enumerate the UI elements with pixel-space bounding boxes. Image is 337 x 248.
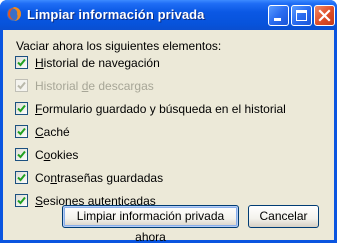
checkbox-download-history (15, 79, 28, 92)
minimize-icon (274, 18, 281, 21)
checkbox-cookies[interactable] (15, 148, 28, 161)
clear-private-data-button[interactable]: Limpiar información privada ahora (62, 205, 239, 244)
checkmark-icon (17, 150, 26, 159)
checkmark-icon (17, 58, 26, 67)
option-label: Contraseñas guardadas (35, 171, 164, 185)
window-title: Limpiar información privada (27, 7, 205, 22)
dialog-body: Vaciar ahora los siguientes elementos: H… (3, 30, 334, 244)
option-label: Historial de descargas (35, 79, 154, 93)
close-button[interactable] (314, 5, 335, 26)
intro-label: Vaciar ahora los siguientes elementos: (16, 39, 222, 53)
checkbox-browsing-history[interactable] (15, 56, 28, 69)
checkbox-saved-passwords[interactable] (15, 171, 28, 184)
option-cache[interactable]: Caché (15, 124, 315, 141)
option-label: Historial de navegación (35, 56, 160, 70)
option-browsing-history[interactable]: Historial de navegación (15, 55, 315, 72)
cancel-button[interactable]: Cancelar (248, 205, 319, 228)
checkbox-authenticated-sessions[interactable] (15, 194, 28, 207)
maximize-button[interactable] (291, 5, 312, 26)
firefox-icon (7, 7, 21, 21)
checkmark-icon (17, 127, 26, 136)
option-saved-passwords[interactable]: Contraseñas guardadas (15, 170, 315, 187)
checkmark-icon (17, 196, 26, 205)
option-label: Cookies (35, 148, 79, 162)
checkmark-icon (17, 173, 26, 182)
dialog-window: Limpiar información privada Vaciar ahora… (0, 0, 337, 244)
option-label: Caché (35, 125, 70, 139)
title-bar[interactable]: Limpiar información privada (0, 0, 337, 30)
maximize-icon (296, 10, 307, 21)
option-label: Formulario guardado y búsqueda en el his… (35, 102, 286, 116)
checkmark-icon (17, 104, 26, 113)
checkbox-cache[interactable] (15, 125, 28, 138)
minimize-button[interactable] (268, 5, 289, 26)
option-cookies[interactable]: Cookies (15, 147, 315, 164)
checkmark-icon (17, 81, 26, 90)
close-icon (318, 9, 331, 22)
checkbox-form-search-history[interactable] (15, 102, 28, 115)
option-download-history: Historial de descargas (15, 78, 315, 95)
option-form-search-history[interactable]: Formulario guardado y búsqueda en el his… (15, 101, 315, 118)
